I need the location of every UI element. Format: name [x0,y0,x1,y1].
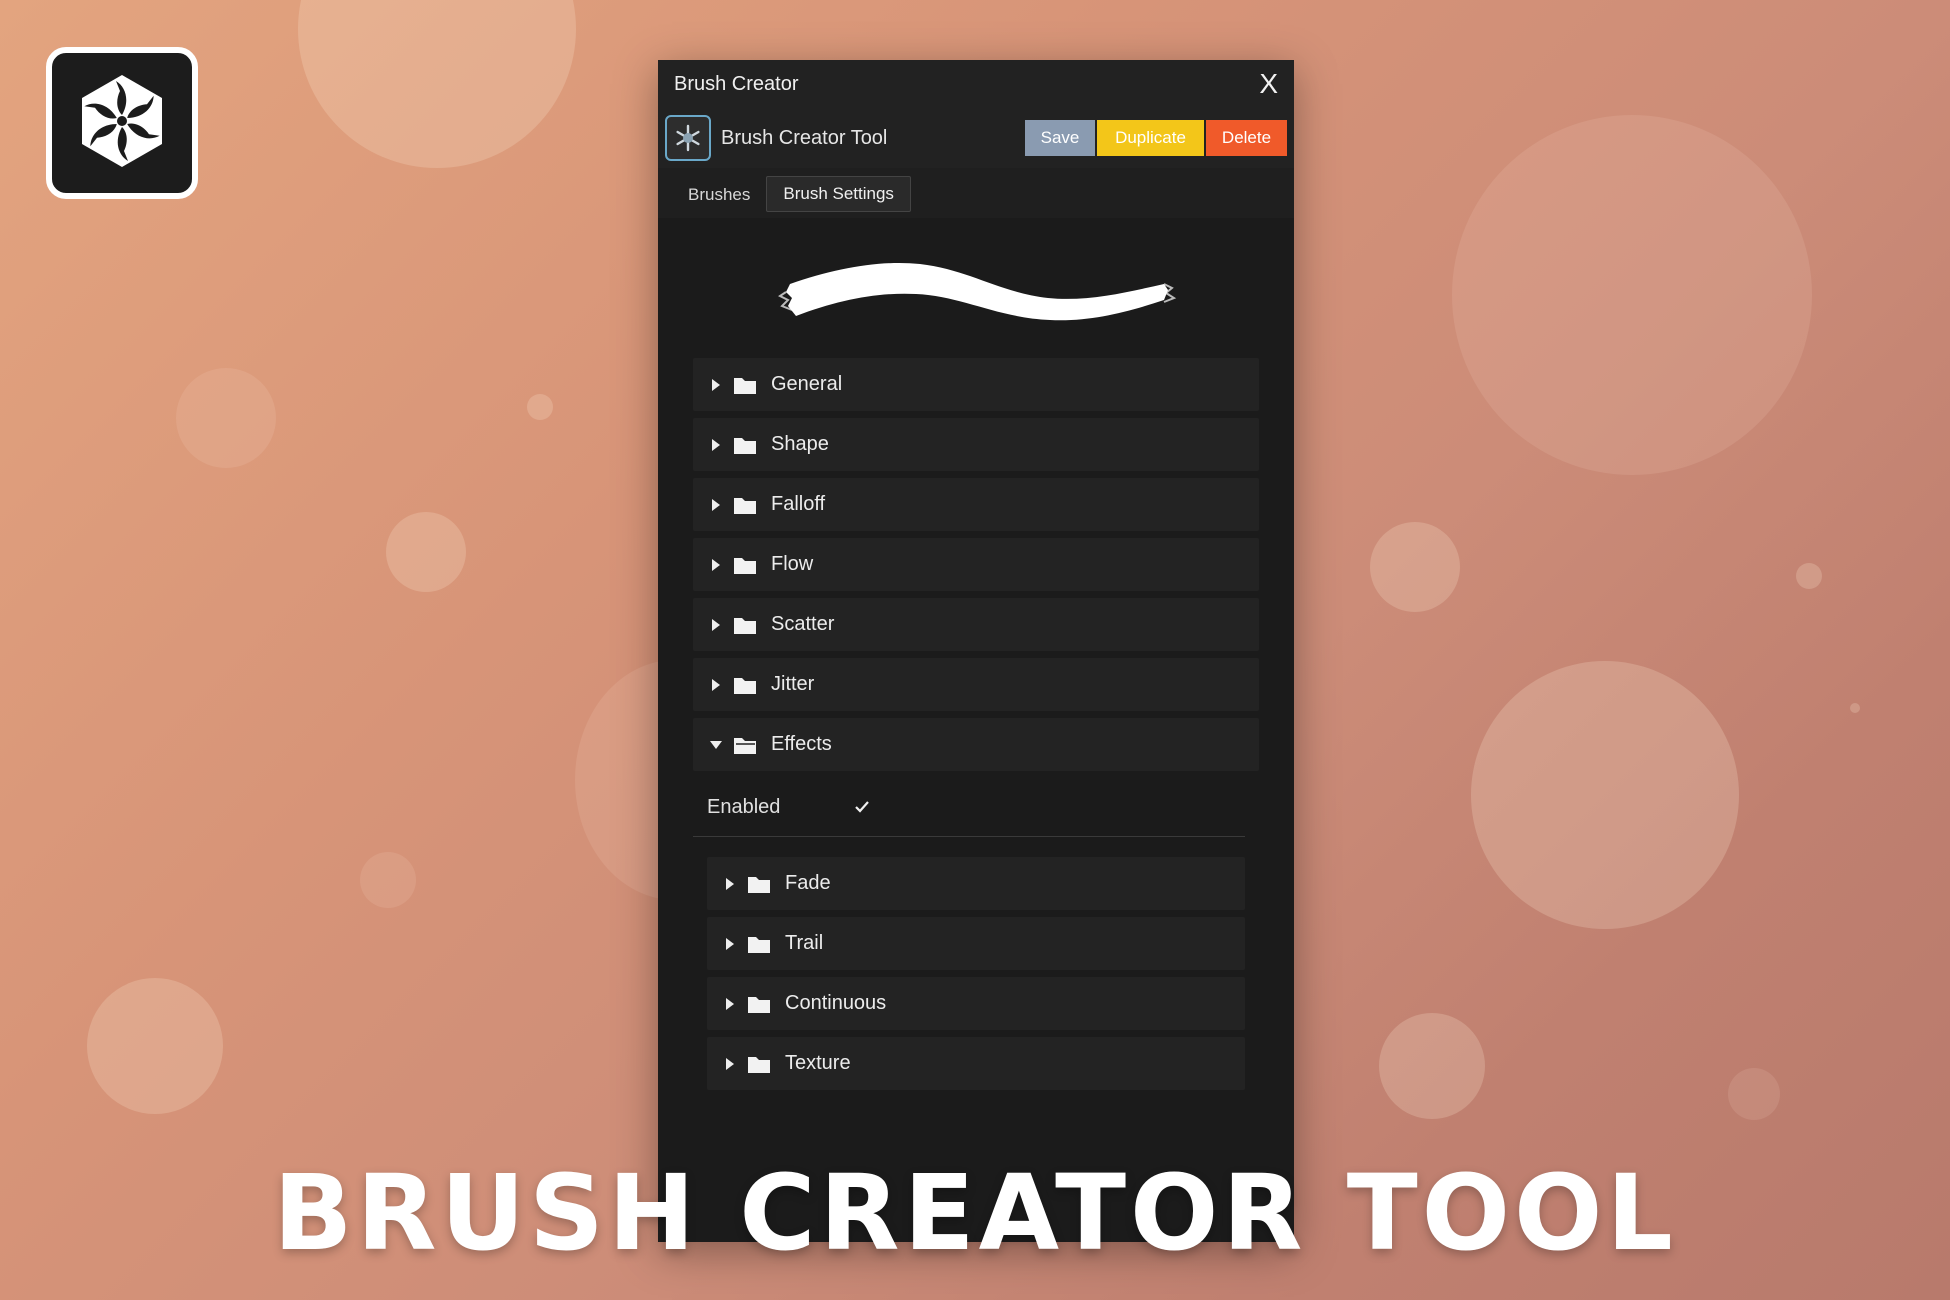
section-fade[interactable]: Fade [707,857,1245,910]
bokeh-circle [1452,115,1812,475]
section-falloff[interactable]: Falloff [693,478,1259,531]
caret-right-icon [701,498,731,512]
duplicate-button[interactable]: Duplicate [1097,120,1204,156]
folder-icon [733,375,757,395]
effects-enabled-row: Enabled [693,778,1245,837]
bokeh-circle [1796,563,1822,589]
caret-right-icon [701,558,731,572]
section-flow[interactable]: Flow [693,538,1259,591]
section-texture[interactable]: Texture [707,1037,1245,1090]
caret-right-icon [701,438,731,452]
delete-button[interactable]: Delete [1206,120,1287,156]
headline: BRUSH CREATOR TOOL [273,1152,1677,1274]
caret-right-icon [715,937,745,951]
effects-subsections: Fade Trail Continuous Texture [693,837,1259,1090]
tool-name: Brush Creator Tool [721,126,888,149]
bokeh-circle [1370,522,1460,612]
bokeh-circle [1728,1068,1780,1120]
folder-icon [747,934,771,954]
folder-icon [733,435,757,455]
caret-right-icon [701,678,731,692]
caret-right-icon [701,618,731,632]
bokeh-circle [360,852,416,908]
settings-sections: General Shape Falloff Flow Scatter Jitte… [658,358,1294,1090]
bokeh-circle [87,978,223,1114]
close-button[interactable]: X [1259,70,1278,98]
bokeh-circle [1379,1013,1485,1119]
section-jitter[interactable]: Jitter [693,658,1259,711]
app-logo [46,47,198,199]
bokeh-circle [527,394,553,420]
section-effects[interactable]: Effects [693,718,1259,771]
bokeh-circle [298,0,576,168]
folder-icon [733,555,757,575]
caret-right-icon [715,1057,745,1071]
bokeh-circle [176,368,276,468]
tab-brush-settings[interactable]: Brush Settings [766,176,911,212]
section-label: Shape [771,433,829,455]
enabled-checkbox[interactable] [852,797,872,817]
bokeh-circle [386,512,466,592]
folder-icon [747,874,771,894]
folder-icon [733,495,757,515]
tool-header: Brush Creator Tool Save Duplicate Delete [658,108,1294,168]
section-label: Effects [771,733,832,755]
section-label: Scatter [771,613,835,635]
section-label: Flow [771,553,814,575]
section-scatter[interactable]: Scatter [693,598,1259,651]
section-shape[interactable]: Shape [693,418,1259,471]
window-titlebar: Brush Creator X [658,60,1294,108]
checkmark-icon [855,801,869,813]
snowflake-brush-icon[interactable] [665,115,711,161]
tab-bar: Brushes Brush Settings [658,168,1294,218]
folder-icon [733,675,757,695]
folder-icon [733,615,757,635]
folder-open-icon [733,735,757,755]
section-label: Jitter [771,673,815,695]
caret-right-icon [701,378,731,392]
brush-stroke-preview [658,218,1294,358]
section-general[interactable]: General [693,358,1259,411]
caret-right-icon [715,997,745,1011]
save-button[interactable]: Save [1025,120,1095,156]
section-trail[interactable]: Trail [707,917,1245,970]
section-label: Fade [785,872,831,894]
enabled-label: Enabled [707,795,781,818]
folder-icon [747,994,771,1014]
bokeh-circle [1471,661,1739,929]
section-label: Texture [785,1052,851,1074]
caret-down-icon [701,740,731,750]
section-label: Trail [785,932,824,954]
caret-right-icon [715,877,745,891]
section-label: Falloff [771,493,826,515]
section-label: General [771,373,843,395]
aperture-hex-icon [72,71,172,176]
window-title: Brush Creator [674,72,799,95]
folder-icon [747,1054,771,1074]
section-label: Continuous [785,992,887,1014]
tab-brushes[interactable]: Brushes [672,178,766,212]
section-continuous[interactable]: Continuous [707,977,1245,1030]
bokeh-circle [1850,703,1860,713]
brush-creator-window: Brush Creator X Brush Creator Tool Save … [658,60,1294,1242]
